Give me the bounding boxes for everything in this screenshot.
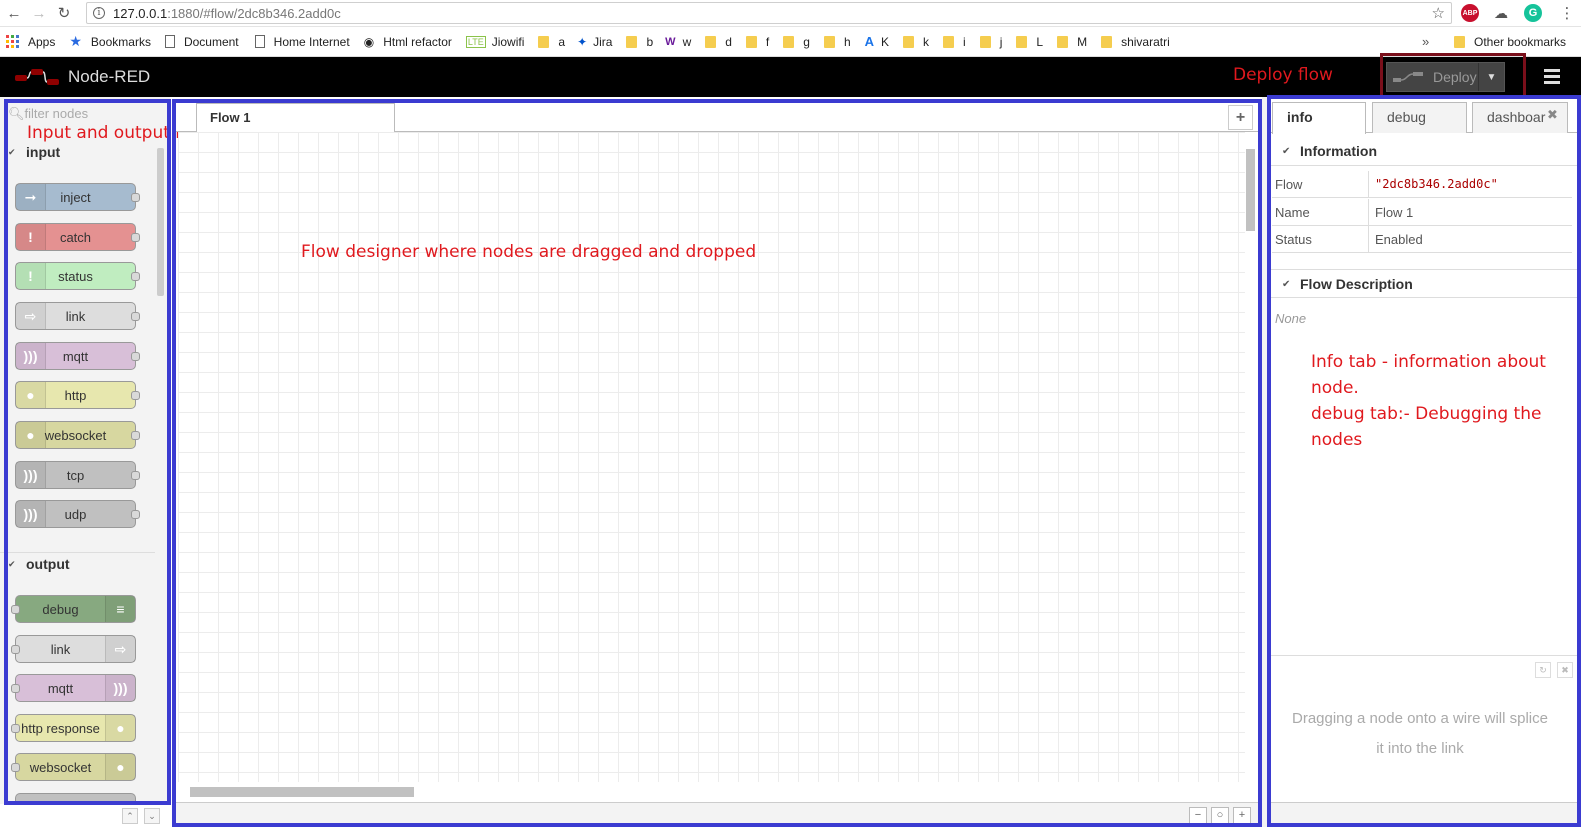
annotation-frame-palette bbox=[4, 99, 171, 805]
bookmarks-overflow-chevron[interactable]: » bbox=[1422, 34, 1429, 49]
bookmark-label: f bbox=[765, 34, 770, 49]
browser-menu-icon[interactable]: ⋮ bbox=[1556, 2, 1578, 24]
site-icon: W bbox=[665, 35, 676, 48]
bookmark-h[interactable]: h bbox=[823, 34, 851, 49]
bookmark-label: Home Internet bbox=[273, 34, 350, 49]
bookmark-bookmarks[interactable]: ★ Bookmarks bbox=[69, 33, 151, 50]
folder-icon bbox=[705, 35, 717, 48]
folder-icon bbox=[943, 35, 955, 48]
adblock-extension-icon[interactable]: ABP bbox=[1461, 4, 1479, 22]
lte-icon: LTE bbox=[465, 35, 486, 48]
folder-icon bbox=[745, 35, 757, 48]
forward-arrow-icon[interactable]: → bbox=[28, 2, 50, 24]
bookmark-label: w bbox=[682, 34, 692, 49]
bookmark-label: k bbox=[923, 34, 930, 49]
annotation-deploy: Deploy flow bbox=[1233, 65, 1333, 85]
expand-all-icon[interactable]: ⌄ bbox=[144, 808, 160, 824]
bookmark-b[interactable]: b bbox=[626, 35, 653, 49]
back-arrow-icon[interactable]: ← bbox=[3, 2, 25, 24]
bookmark-j[interactable]: j bbox=[979, 34, 1003, 49]
bookmark-label: M bbox=[1077, 34, 1088, 49]
cloud-extension-icon[interactable]: ☁ bbox=[1492, 4, 1510, 22]
bookmark-label: L bbox=[1036, 34, 1044, 49]
document-icon bbox=[254, 35, 265, 48]
folder-icon bbox=[823, 35, 835, 48]
folder-icon bbox=[903, 35, 915, 48]
browser-toolbar: ← → ↻ i 127.0.0.1:1880/#flow/2dc8b346.2a… bbox=[0, 0, 1581, 27]
folder-icon bbox=[1101, 35, 1113, 48]
bookmark-label: Html refactor bbox=[383, 34, 452, 49]
bookmark-other-bookmarks[interactable]: Other bookmarks bbox=[1454, 35, 1566, 49]
bookmark-label: shivaratri bbox=[1121, 34, 1170, 49]
bookmarks-bar: Apps ★ Bookmarks Document Home Internet … bbox=[0, 27, 1581, 57]
bookmark-k-upper[interactable]: A K bbox=[865, 34, 889, 49]
site-info-icon[interactable]: i bbox=[93, 7, 105, 19]
apps-icon bbox=[6, 35, 19, 48]
bookmark-html-refactor[interactable]: ◉ Html refactor bbox=[364, 35, 452, 49]
folder-icon bbox=[1454, 36, 1465, 48]
bookmark-label: d bbox=[725, 34, 732, 49]
site-icon: ◉ bbox=[363, 34, 375, 49]
app-logo: Node-RED bbox=[14, 67, 150, 87]
bookmark-label: i bbox=[963, 34, 966, 49]
annotation-frame-sidebar bbox=[1267, 95, 1581, 827]
bookmark-k[interactable]: k bbox=[903, 35, 929, 49]
bookmark-star-icon[interactable]: ☆ bbox=[1432, 4, 1445, 22]
bookmark-label: a bbox=[558, 34, 566, 49]
bookmark-shivaratri[interactable]: shivaratri bbox=[1101, 35, 1170, 49]
bookmark-label: h bbox=[843, 34, 851, 49]
bookmark-apps[interactable]: Apps bbox=[6, 35, 55, 49]
url-text: 127.0.0.1:1880/#flow/2dc8b346.2add0c bbox=[113, 5, 341, 21]
bookmark-document[interactable]: Document bbox=[164, 34, 239, 49]
collapse-all-icon[interactable]: ⌃ bbox=[122, 808, 138, 824]
folder-icon bbox=[1016, 35, 1028, 48]
folder-icon bbox=[626, 35, 638, 48]
folder-icon bbox=[783, 35, 795, 48]
reload-icon[interactable]: ↻ bbox=[53, 2, 75, 24]
bookmark-w[interactable]: W w bbox=[665, 35, 691, 49]
bookmark-d[interactable]: d bbox=[705, 35, 732, 49]
bookmark-home-internet[interactable]: Home Internet bbox=[254, 34, 350, 49]
bookmark-label: Jira bbox=[593, 34, 613, 49]
app-title: Node-RED bbox=[68, 67, 151, 86]
star-icon: ★ bbox=[69, 33, 82, 49]
bookmark-m[interactable]: M bbox=[1057, 35, 1087, 49]
bookmark-a[interactable]: a bbox=[538, 35, 565, 49]
bookmark-label: Jiowifi bbox=[491, 34, 525, 49]
bookmark-label: K bbox=[881, 34, 890, 49]
bookmark-label: j bbox=[999, 34, 1003, 49]
folder-icon bbox=[1057, 35, 1069, 48]
main-menu-icon[interactable] bbox=[1544, 69, 1560, 87]
bookmark-i[interactable]: i bbox=[943, 35, 966, 49]
palette-footer: ⌃ ⌄ bbox=[0, 804, 170, 828]
jira-icon: ✦ bbox=[577, 34, 588, 49]
document-icon bbox=[164, 35, 175, 48]
bookmark-l[interactable]: L bbox=[1016, 35, 1043, 49]
address-bar[interactable]: i 127.0.0.1:1880/#flow/2dc8b346.2add0c ☆ bbox=[86, 2, 1452, 24]
folder-icon bbox=[979, 35, 991, 48]
bookmark-jira[interactable]: ✦ Jira bbox=[577, 35, 612, 49]
folder-icon bbox=[538, 35, 550, 48]
bookmark-jiowifi[interactable]: LTE Jiowifi bbox=[465, 34, 525, 49]
bookmark-label: Other bookmarks bbox=[1474, 35, 1567, 49]
bookmark-g[interactable]: g bbox=[783, 35, 810, 49]
node-red-logo-icon bbox=[15, 69, 59, 85]
app-header: Node-RED Deploy flow Deploy ▼ bbox=[0, 57, 1581, 97]
bookmark-f[interactable]: f bbox=[745, 34, 770, 49]
bookmark-label: g bbox=[803, 34, 810, 49]
annotation-frame-workspace bbox=[172, 99, 1262, 827]
bookmark-label: Apps bbox=[28, 34, 56, 49]
bookmark-label: Document bbox=[183, 34, 239, 49]
site-icon: A bbox=[864, 34, 875, 49]
bookmark-label: b bbox=[646, 34, 654, 49]
grammarly-extension-icon[interactable]: G bbox=[1524, 4, 1542, 22]
bookmark-label: Bookmarks bbox=[90, 34, 151, 49]
